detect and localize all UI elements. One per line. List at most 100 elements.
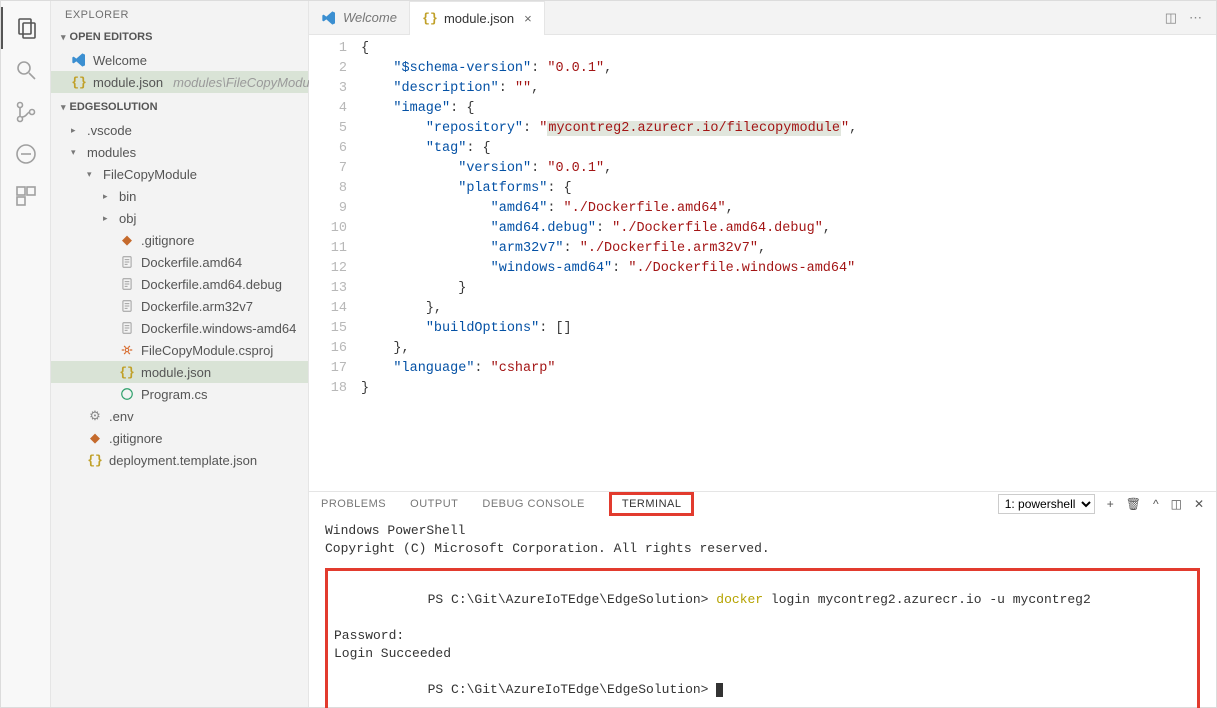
git-icon: ◆ bbox=[119, 232, 135, 248]
gear-icon: ⚙ bbox=[87, 408, 103, 424]
code-content: { "$schema-version": "0.0.1", "descripti… bbox=[361, 39, 1216, 491]
braces-icon: {} bbox=[119, 364, 135, 380]
tree-item-label: .gitignore bbox=[141, 233, 194, 248]
close-icon[interactable]: × bbox=[524, 11, 532, 26]
tree-item-label: .gitignore bbox=[109, 431, 162, 446]
tree-item[interactable]: ▾ modules bbox=[51, 141, 308, 163]
panel-tab-output[interactable]: OUTPUT bbox=[410, 492, 458, 516]
tree-item[interactable]: ▸obj bbox=[51, 207, 308, 229]
open-editor-label: Welcome bbox=[93, 53, 147, 68]
new-terminal-icon[interactable]: + bbox=[1107, 497, 1114, 511]
kill-terminal-icon[interactable]: 🗑 bbox=[1126, 497, 1141, 511]
braces-icon: {} bbox=[422, 10, 438, 26]
maximize-panel-icon[interactable]: ^ bbox=[1153, 497, 1159, 511]
main: Welcome {} module.json × ◫ ⋯ 12345678910… bbox=[309, 1, 1216, 707]
tree-item-label: module.json bbox=[141, 365, 211, 380]
activity-bar bbox=[1, 1, 51, 707]
bottom-panel: PROBLEMS OUTPUT DEBUG CONSOLE TERMINAL 1… bbox=[309, 491, 1216, 707]
activity-scm-icon[interactable] bbox=[1, 91, 51, 133]
chevron-down-icon bbox=[61, 31, 66, 43]
chevron-down-icon bbox=[61, 101, 66, 113]
terminal-line: Copyright (C) Microsoft Corporation. All… bbox=[325, 540, 1200, 558]
tree-item[interactable]: ▾ FileCopyModule bbox=[51, 163, 308, 185]
vscode-icon bbox=[321, 10, 337, 26]
terminal-line: Windows PowerShell bbox=[325, 522, 1200, 540]
tree-item-label: bin bbox=[119, 189, 136, 204]
tree-item[interactable]: Dockerfile.amd64.debug bbox=[51, 273, 308, 295]
activity-extensions-icon[interactable] bbox=[1, 175, 51, 217]
panel-tab-debug-console[interactable]: DEBUG CONSOLE bbox=[482, 492, 584, 516]
file-icon bbox=[119, 320, 135, 336]
activity-search-icon[interactable] bbox=[1, 49, 51, 91]
open-editor-item[interactable]: Welcome bbox=[51, 49, 308, 71]
activity-debug-icon[interactable] bbox=[1, 133, 51, 175]
open-editors-list: Welcome {}module.jsonmodules\FileCopyModu… bbox=[51, 47, 308, 97]
open-editor-hint: modules\FileCopyModule bbox=[173, 75, 320, 90]
tree-item-label: FileCopyModule.csproj bbox=[141, 343, 273, 358]
split-terminal-icon[interactable]: ◫ bbox=[1171, 497, 1182, 511]
split-editor-icon[interactable]: ◫ bbox=[1165, 10, 1177, 26]
panel-tab-terminal[interactable]: TERMINAL bbox=[609, 492, 695, 516]
csharp-icon bbox=[119, 386, 135, 402]
chevron-icon: ▸ bbox=[71, 125, 81, 136]
tree-item-label: Program.cs bbox=[141, 387, 207, 402]
tree-item[interactable]: Program.cs bbox=[51, 383, 308, 405]
tree-item-label: Dockerfile.amd64 bbox=[141, 255, 242, 270]
tree-item[interactable]: {} module.json bbox=[51, 361, 308, 383]
tree-item[interactable]: ▸ .vscode bbox=[51, 119, 308, 141]
cursor bbox=[716, 683, 723, 697]
tree-item-label: modules bbox=[87, 145, 136, 160]
tab-welcome[interactable]: Welcome bbox=[309, 1, 410, 35]
tab-label: module.json bbox=[444, 11, 514, 26]
file-icon bbox=[119, 276, 135, 292]
tree-item-label: .vscode bbox=[87, 123, 132, 138]
tab-module-json[interactable]: {} module.json × bbox=[410, 1, 545, 35]
terminal-line: PS C:\Git\AzureIoTEdge\EdgeSolution> bbox=[334, 663, 1191, 708]
tree-item-label: .env bbox=[109, 409, 134, 424]
braces-icon: {} bbox=[71, 74, 87, 90]
tree-item[interactable]: Dockerfile.arm32v7 bbox=[51, 295, 308, 317]
chevron-icon: ▾ bbox=[87, 169, 97, 180]
tree-item[interactable]: ▸ bin bbox=[51, 185, 308, 207]
terminal-selector[interactable]: 1: powershell bbox=[998, 494, 1095, 514]
editor-tabs: Welcome {} module.json × ◫ ⋯ bbox=[309, 1, 1216, 35]
more-icon[interactable]: ⋯ bbox=[1189, 10, 1202, 26]
chevron-icon: ▸ bbox=[103, 191, 113, 202]
open-editor-item[interactable]: {}module.jsonmodules\FileCopyModule bbox=[51, 71, 308, 93]
file-icon bbox=[119, 254, 135, 270]
vscode-icon bbox=[71, 52, 87, 68]
tree-item[interactable]: {}deployment.template.json bbox=[51, 449, 308, 471]
open-editors-header[interactable]: OPEN EDITORS bbox=[51, 27, 308, 47]
csproj-icon bbox=[119, 342, 135, 358]
activity-explorer-icon[interactable] bbox=[1, 7, 51, 49]
tree-item-label: FileCopyModule bbox=[103, 167, 197, 182]
tree-item[interactable]: ⚙ .env bbox=[51, 405, 308, 427]
tree-item[interactable]: ◆ .gitignore bbox=[51, 229, 308, 251]
panel-tab-problems[interactable]: PROBLEMS bbox=[321, 492, 386, 516]
tree-item[interactable]: FileCopyModule.csproj bbox=[51, 339, 308, 361]
tab-label: Welcome bbox=[343, 10, 397, 25]
chevron-icon: ▾ bbox=[71, 147, 81, 158]
terminal-line: PS C:\Git\AzureIoTEdge\EdgeSolution> doc… bbox=[334, 573, 1191, 627]
sidebar-title: EXPLORER bbox=[51, 1, 308, 27]
file-tree: ▸.vscode▾modules▾FileCopyModule▸bin▸obj◆… bbox=[51, 117, 308, 475]
terminal-highlight-box: PS C:\Git\AzureIoTEdge\EdgeSolution> doc… bbox=[325, 568, 1200, 708]
line-numbers: 123456789101112131415161718 bbox=[309, 39, 361, 491]
tree-item-label: Dockerfile.amd64.debug bbox=[141, 277, 282, 292]
sidebar: EXPLORER OPEN EDITORS Welcome{}module.js… bbox=[51, 1, 309, 707]
chevron-icon: ▸ bbox=[103, 213, 113, 224]
code-editor[interactable]: 123456789101112131415161718 { "$schema-v… bbox=[309, 35, 1216, 491]
braces-icon: {} bbox=[87, 452, 103, 468]
tree-item-label: Dockerfile.windows-amd64 bbox=[141, 321, 296, 336]
close-panel-icon[interactable]: ✕ bbox=[1194, 497, 1204, 511]
workspace-label: EDGESOLUTION bbox=[70, 101, 158, 113]
workspace-header[interactable]: EDGESOLUTION bbox=[51, 97, 308, 117]
terminal-body[interactable]: Windows PowerShell Copyright (C) Microso… bbox=[309, 516, 1216, 708]
panel-tabs: PROBLEMS OUTPUT DEBUG CONSOLE TERMINAL 1… bbox=[309, 492, 1216, 516]
terminal-line: Password: bbox=[334, 627, 1191, 645]
tree-item[interactable]: Dockerfile.windows-amd64 bbox=[51, 317, 308, 339]
file-icon bbox=[119, 298, 135, 314]
tree-item-label: Dockerfile.arm32v7 bbox=[141, 299, 253, 314]
tree-item[interactable]: ◆.gitignore bbox=[51, 427, 308, 449]
tree-item[interactable]: Dockerfile.amd64 bbox=[51, 251, 308, 273]
